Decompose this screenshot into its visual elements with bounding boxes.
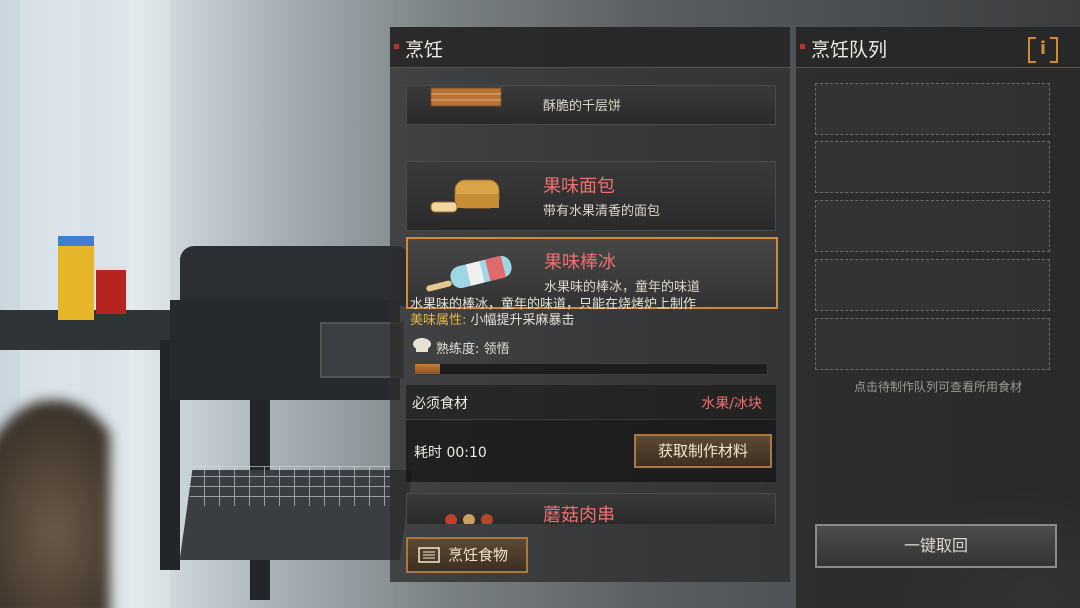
chef-hat-icon [413,338,431,352]
header-marker [800,44,805,49]
recipe-card[interactable]: 酥脆的千层饼 [406,85,776,125]
menu-book-icon [418,547,440,563]
proficiency-fill [415,364,440,374]
cancel-all-button[interactable]: 一键取回 [815,524,1057,568]
time-bar: 耗时 00:10 获取制作材料 [406,420,776,482]
cooking-title: 烹饪 [405,39,444,61]
recipe-name: 蘑菇肉串 [543,505,615,526]
grill-rack [190,466,390,506]
recipe-card[interactable]: 蘑菇肉串 [406,493,776,526]
attr-label: 美味属性: [410,313,467,328]
popsicle-icon [426,255,512,292]
food-can [96,266,126,314]
info-icon[interactable]: i [1028,37,1058,63]
juice-carton [58,236,94,320]
required-ingredients: 必须食材 水果/冰块 [406,385,776,419]
cook-time: 耗时 00:10 [414,445,487,461]
cooking-panel: 烹饪 酥脆的千层饼 果味面包 带有水果清香的面包 果味棒冰 水果味的棒冰，童年的… [390,27,790,582]
attr-value: 小幅提升采麻暴击 [470,313,575,328]
header-marker [394,44,399,49]
recipe-name: 果味面包 [543,176,615,197]
queue-slot[interactable] [815,200,1050,252]
queue-slot[interactable] [815,141,1050,193]
cook-food-label: 烹饪食物 [448,546,509,564]
queue-header: 烹饪队列 i [796,27,1080,68]
queue-hint: 点击待制作队列可查看所用食材 [853,380,1022,394]
required-value: 水果/冰块 [701,396,762,412]
queue-slot[interactable] [815,318,1050,370]
recipe-desc: 酥脆的千层饼 [543,99,622,114]
proficiency-label: 熟练度: 领悟 [436,342,510,357]
recipe-desc: 带有水果清香的面包 [543,204,661,219]
cook-food-button[interactable]: 烹饪食物 [406,537,528,573]
queue-panel: 烹饪队列 i 点击待制作队列可查看所用食材 一键取回 [796,27,1080,608]
queue-slot[interactable] [815,83,1050,135]
cooking-header: 烹饪 [390,27,790,68]
queue-title: 烹饪队列 [811,39,888,61]
detail-attribute: 美味属性: 小幅提升采麻暴击 [410,309,575,328]
recipe-name: 果味棒冰 [544,252,616,273]
recipe-card[interactable]: 果味面包 带有水果清香的面包 [406,161,776,231]
required-label: 必须食材 [412,396,468,412]
layered-pancake-icon [430,87,502,107]
mushroom-skewer-icon [445,514,493,524]
grill-lid [180,246,410,306]
proficiency-bar [414,363,768,375]
bread-icon [430,179,500,213]
cat-blur [0,400,110,608]
queue-slot[interactable] [815,259,1050,311]
get-materials-button[interactable]: 获取制作材料 [634,434,772,468]
